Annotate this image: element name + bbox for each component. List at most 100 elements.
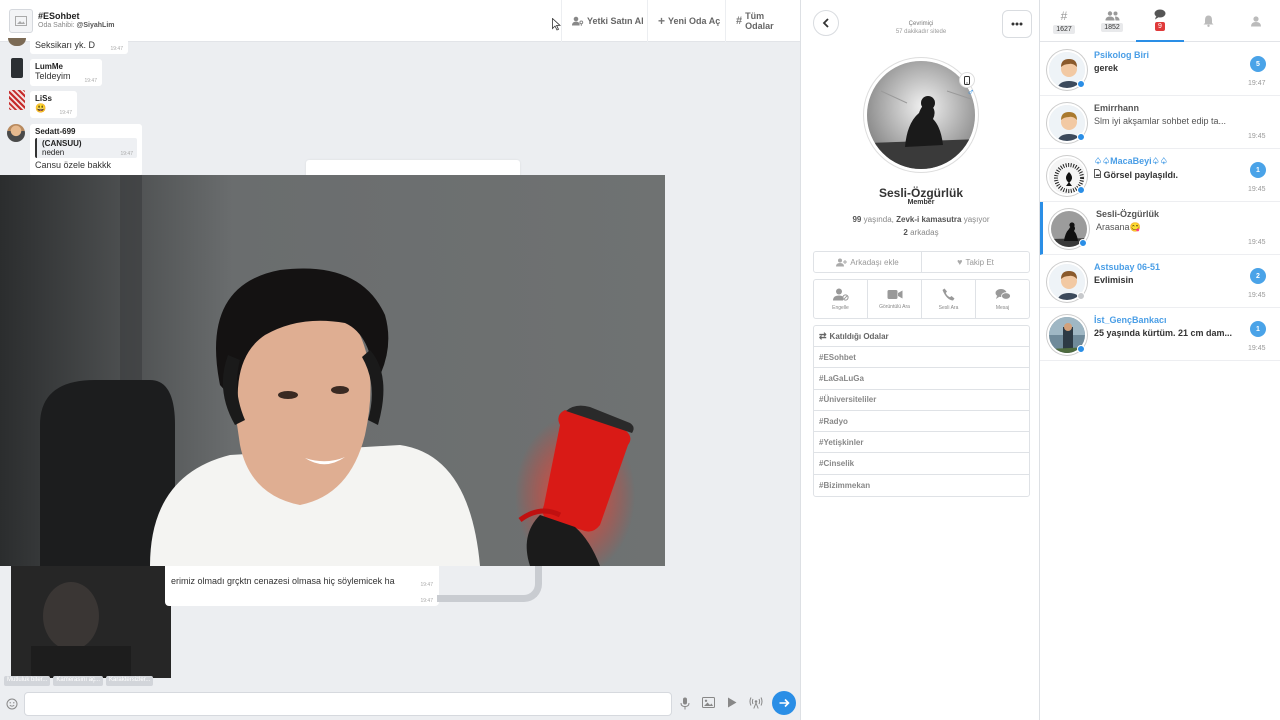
send-button[interactable] [772, 691, 796, 715]
conversation-name: İst_GençBankacı [1094, 315, 1167, 325]
conversation-name: Astsubay 06-51 [1094, 262, 1161, 272]
image-upload-icon[interactable] [702, 697, 715, 711]
chat-message: Sedatt-699 (CANSUU) neden 19:47 Cansu öz… [30, 124, 142, 176]
profile-friends[interactable]: 2 arkadaş [801, 228, 1041, 237]
buy-auth-button[interactable]: Yetki Satın Al [561, 0, 654, 42]
friends-label: arkadaş [910, 228, 939, 237]
tab-messages[interactable]: 9 [1136, 0, 1184, 42]
profile-role: Member [907, 199, 935, 206]
conversation-preview: gerek [1094, 63, 1119, 73]
more-options-button[interactable] [1002, 10, 1032, 38]
all-rooms-label: Tüm Odalar [745, 11, 774, 31]
video-call-label: Görüntülü Ara [879, 303, 910, 310]
message-time: 19:47 [420, 598, 433, 604]
user-key-icon [572, 16, 584, 26]
message-time: 19:47 [420, 582, 433, 588]
voice-call-label: Sesli Ara [938, 304, 959, 311]
tab-notifications[interactable] [1184, 0, 1232, 42]
profile-info: 99 yaşında, Zevk-i kamasutra yaşıyor [801, 215, 1041, 224]
conversation-preview-text: Görsel paylaşıldı. [1103, 170, 1179, 180]
broadcast-icon[interactable] [749, 697, 763, 712]
conversation-item[interactable]: Emirrhann Slm iyi akşamlar sohbet edip t… [1040, 96, 1280, 149]
add-friend-button[interactable]: Arkadaşı ekle [814, 252, 921, 272]
avatar[interactable] [8, 38, 26, 46]
block-button[interactable]: Engelle [814, 280, 867, 318]
profile-city-suffix: yaşıyor [963, 215, 990, 224]
offline-indicator [1077, 292, 1085, 300]
conversation-time: 19:45 [1248, 133, 1266, 140]
room-link[interactable]: #ESohbet [814, 347, 1029, 369]
friends-count: 2 [903, 228, 908, 237]
voice-call-button[interactable]: Sesli Ara [921, 280, 975, 318]
all-rooms-button[interactable]: # Tüm Odalar [725, 0, 800, 42]
small-webcam-video[interactable] [11, 566, 171, 678]
chat-header: #ESohbet Oda Sahibi: @SiyahLim Yetki Sat… [0, 0, 800, 42]
room-avatar[interactable] [9, 9, 33, 33]
chip[interactable]: Kamerasını aç... [53, 676, 104, 686]
chip[interactable]: Karaktersizler... [106, 676, 154, 686]
users-icon [1105, 10, 1119, 20]
conversation-time: 19:47 [1248, 80, 1266, 87]
avatar[interactable] [9, 90, 25, 110]
room-link[interactable]: #Üniversiteliler [814, 390, 1029, 411]
tab-profile[interactable] [1232, 0, 1280, 42]
follow-button[interactable]: ♥ Takip Et [921, 252, 1029, 272]
message-username[interactable]: LiSs [35, 94, 72, 103]
conversation-item[interactable]: Astsubay 06-51 Evlimisin 2 19:45 [1040, 255, 1280, 308]
play-icon[interactable] [727, 697, 737, 711]
add-friend-label: Arkadaşı ekle [850, 257, 899, 267]
hash-icon: # [736, 15, 743, 27]
composer [0, 688, 800, 720]
emoji-icon[interactable] [6, 698, 18, 713]
message-username[interactable]: LumMe [35, 62, 97, 71]
male-icon: ♂ [967, 87, 975, 98]
block-label: Engelle [832, 304, 849, 311]
quoted-message: (CANSUU) neden 19:47 [35, 138, 137, 158]
small-webcam-frame [11, 566, 171, 678]
rooms-count: 1627 [1053, 24, 1075, 34]
conversation-item[interactable]: Psikolog Biri gerek 5 19:47 [1040, 43, 1280, 96]
message-label: Mesaj [995, 304, 1010, 311]
avatar[interactable] [7, 124, 25, 142]
room-link[interactable]: #Yetişkinler [814, 432, 1029, 454]
message-button[interactable]: Mesaj [975, 280, 1029, 318]
comment-icon [1154, 9, 1166, 20]
room-link[interactable]: #Cinselik [814, 453, 1029, 475]
video-camera-icon [887, 289, 902, 299]
conversation-preview: Arasana😋 [1096, 222, 1141, 232]
message-time: 19:47 [59, 110, 72, 116]
joined-rooms-list: ⇄ Katıldığı Odalar #ESohbet #LaGaLuGa #Ü… [813, 325, 1030, 498]
microphone-icon[interactable] [680, 697, 690, 713]
message-text: Cansu özele bakkk [35, 160, 112, 170]
conversation-item[interactable]: ♤♤MacaBeyi♤♤ Görsel paylaşıldı. 1 19:45 [1040, 149, 1280, 202]
room-link[interactable]: #LaGaLuGa [814, 368, 1029, 390]
new-room-button[interactable]: + Yeni Oda Aç [647, 0, 730, 42]
video-call-button[interactable]: Görüntülü Ara [867, 280, 921, 318]
room-link[interactable]: #Radyo [814, 411, 1029, 433]
user-plus-icon [836, 258, 848, 266]
conversation-item[interactable]: İst_GençBankacı 25 yaşında kürtüm. 21 cm… [1040, 308, 1280, 361]
message-username[interactable]: Sedatt-699 [35, 127, 137, 136]
room-link[interactable]: #Bizimmekan [814, 475, 1029, 496]
chip[interactable]: Mutluluk biter... [4, 676, 51, 686]
conversation-item[interactable]: Sesli-Özgürlük Arasana😋 19:45 [1040, 202, 1280, 255]
room-owner: Oda Sahibi: @SiyahLim [38, 22, 115, 29]
avatar[interactable] [11, 58, 23, 78]
conversation-preview: Evlimisin [1094, 275, 1134, 285]
profile-panel: Çevrimiçi 57 dakikadır sitede ♂ Sesli-Öz… [800, 0, 1040, 720]
joined-rooms-header: ⇄ Katıldığı Odalar [814, 326, 1029, 347]
image-icon [15, 16, 27, 26]
conversation-time: 19:45 [1248, 239, 1266, 246]
room-owner-name[interactable]: @SiyahLim [77, 22, 115, 29]
heart-icon: ♥ [957, 257, 963, 267]
tab-users[interactable]: 1852 [1088, 0, 1136, 42]
tab-rooms[interactable]: # 1627 [1040, 0, 1088, 42]
conversation-preview: Görsel paylaşıldı. [1094, 169, 1236, 180]
online-indicator [1077, 80, 1085, 88]
online-indicator [1077, 345, 1085, 353]
message-input[interactable] [24, 692, 672, 716]
conversation-time: 19:45 [1248, 292, 1266, 299]
webcam-video[interactable] [0, 175, 665, 566]
message-text: erimiz olmadı grçktn cenazesi olmasa hiç… [171, 576, 395, 586]
phone-icon [942, 288, 955, 300]
